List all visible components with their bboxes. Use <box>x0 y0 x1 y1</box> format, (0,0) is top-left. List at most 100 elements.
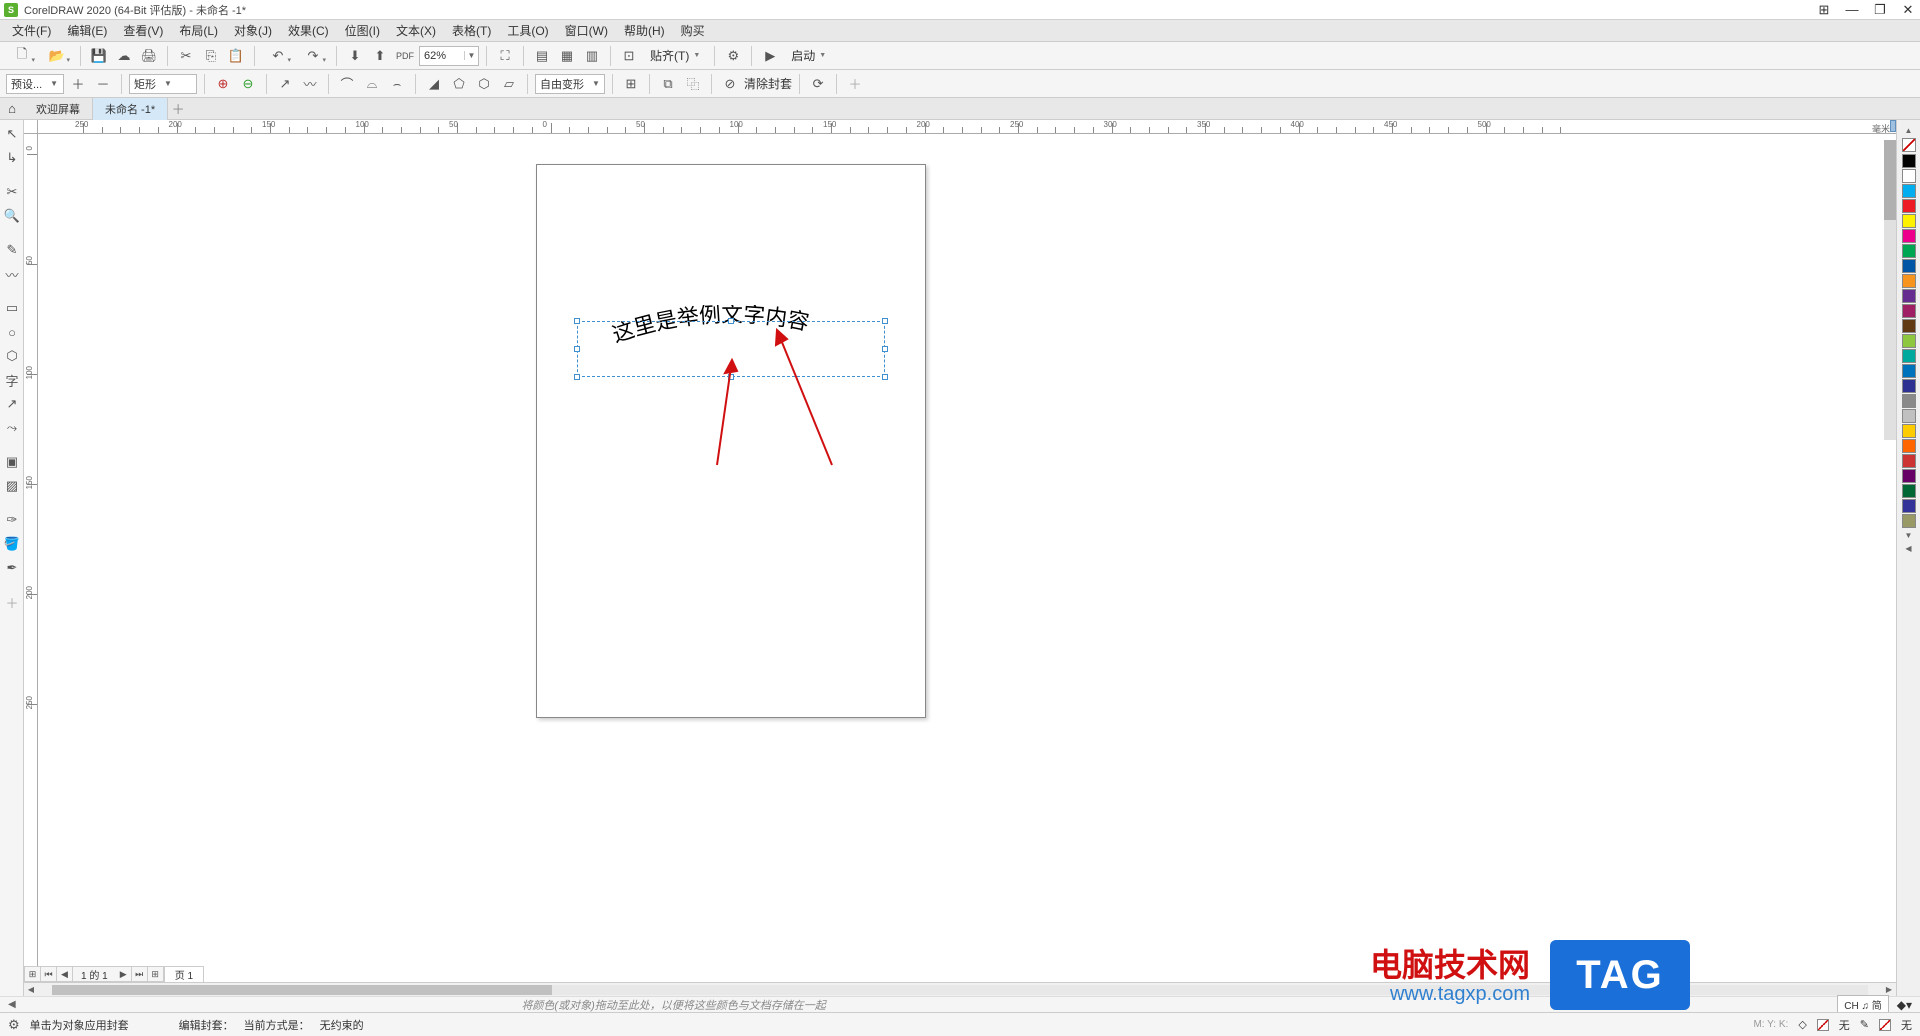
export-button[interactable]: ⬆ <box>369 45 391 67</box>
next-page-button[interactable]: ▶ <box>116 967 132 981</box>
transform-combo[interactable]: 自由变形▼ <box>535 74 605 94</box>
connector-tool-icon[interactable]: ⤳ <box>1 417 23 439</box>
selection-handle[interactable] <box>882 346 888 352</box>
zoom-dropdown-icon[interactable]: ▼ <box>464 51 478 60</box>
selection-handle[interactable] <box>574 318 580 324</box>
color-swatch[interactable] <box>1902 469 1916 483</box>
color-swatch[interactable] <box>1902 379 1916 393</box>
open-button[interactable]: 📂 <box>41 45 73 67</box>
menu-buy[interactable]: 购买 <box>673 20 713 41</box>
minimize-button[interactable]: — <box>1844 2 1860 18</box>
color-swatch[interactable] <box>1902 304 1916 318</box>
undo-button[interactable]: ↶ <box>262 45 294 67</box>
color-swatch[interactable] <box>1902 199 1916 213</box>
maximize-button[interactable]: ❐ <box>1872 2 1888 18</box>
color-dropdown-icon[interactable]: ◆▾ <box>1897 998 1912 1012</box>
save-button[interactable]: 💾 <box>88 45 110 67</box>
grid-button[interactable]: ▦ <box>556 45 578 67</box>
snap-options-button[interactable]: ⊡ <box>618 45 640 67</box>
first-page-button[interactable]: ⏮ <box>41 967 57 981</box>
remove-preset-button[interactable]: － <box>92 73 114 95</box>
close-button[interactable]: ✕ <box>1900 2 1916 18</box>
menu-effects[interactable]: 效果(C) <box>280 20 337 41</box>
outline-tool-icon[interactable]: ✒ <box>1 557 23 579</box>
color-swatch[interactable] <box>1902 244 1916 258</box>
paste-button[interactable]: 📋 <box>225 45 247 67</box>
mode-line-button[interactable]: ◢ <box>423 73 445 95</box>
color-swatch[interactable] <box>1902 514 1916 528</box>
selection-handle[interactable] <box>728 318 734 324</box>
color-swatch[interactable] <box>1902 319 1916 333</box>
doc-palette-toggle-icon[interactable]: ◀ <box>8 999 16 1010</box>
palette-up-icon[interactable]: ▲ <box>1905 126 1913 135</box>
node-shape-combo[interactable]: 矩形▼ <box>129 74 197 94</box>
zoom-value[interactable]: 62% <box>420 50 464 62</box>
mode-double-arc-button[interactable]: ⬡ <box>473 73 495 95</box>
color-swatch[interactable] <box>1902 274 1916 288</box>
palette-down-icon[interactable]: ▼ <box>1905 531 1913 540</box>
transparency-tool-icon[interactable]: ▨ <box>1 475 23 497</box>
settings-icon[interactable]: ⚙ <box>8 1017 20 1033</box>
vertical-ruler[interactable]: 050100150200250 <box>24 134 38 982</box>
mode-unconstrained-button[interactable]: ▱ <box>498 73 520 95</box>
import-button[interactable]: ⬇ <box>344 45 366 67</box>
no-color-swatch[interactable] <box>1902 138 1916 152</box>
fill-indicator-icon[interactable]: ◇ <box>1798 1018 1806 1031</box>
selection-handle[interactable] <box>882 374 888 380</box>
color-swatch[interactable] <box>1902 154 1916 168</box>
color-swatch[interactable] <box>1902 454 1916 468</box>
keep-lines-button[interactable]: ⊞ <box>620 73 642 95</box>
cut-button[interactable]: ✂ <box>175 45 197 67</box>
smooth-node-button[interactable]: ⌓ <box>361 73 383 95</box>
cusp-node-button[interactable]: ⌒ <box>336 73 358 95</box>
rectangle-tool-icon[interactable]: ▭ <box>1 297 23 319</box>
add-node-button[interactable]: ⊕ <box>212 73 234 95</box>
fill-swatch[interactable] <box>1817 1019 1829 1031</box>
ellipse-tool-icon[interactable]: ○ <box>1 321 23 343</box>
effects-tool-icon[interactable]: ▣ <box>1 451 23 473</box>
delete-node-button[interactable]: ⊖ <box>237 73 259 95</box>
selection-handle[interactable] <box>882 318 888 324</box>
zoom-combo[interactable]: 62% ▼ <box>419 46 479 66</box>
page-tab[interactable]: 页 1 <box>164 967 203 982</box>
prev-page-button[interactable]: ◀ <box>57 967 73 981</box>
clear-envelope-icon[interactable]: ⊘ <box>719 73 741 95</box>
color-swatch[interactable] <box>1902 424 1916 438</box>
outline-swatch[interactable] <box>1879 1019 1891 1031</box>
freehand-tool-icon[interactable]: ✎ <box>1 239 23 261</box>
color-swatch[interactable] <box>1902 334 1916 348</box>
color-swatch[interactable] <box>1902 169 1916 183</box>
symmetric-node-button[interactable]: ⌢ <box>386 73 408 95</box>
mode-single-arc-button[interactable]: ⬠ <box>448 73 470 95</box>
add-tool-button[interactable]: ＋ <box>1 591 23 613</box>
tab-document[interactable]: 未命名 -1* <box>93 98 168 120</box>
settings-icon[interactable]: ⊞ <box>1816 2 1832 18</box>
launch-icon[interactable]: ▶ <box>759 45 781 67</box>
menu-help[interactable]: 帮助(H) <box>616 20 673 41</box>
launch-dropdown[interactable]: 启动▼ <box>784 45 833 67</box>
redo-button[interactable]: ↷ <box>297 45 329 67</box>
color-swatch[interactable] <box>1902 499 1916 513</box>
scroll-right-icon[interactable]: ▶ <box>1882 985 1896 994</box>
pick-tool-icon[interactable]: ↖ <box>1 123 23 145</box>
home-icon[interactable]: ⌂ <box>0 98 24 120</box>
clear-envelope-button[interactable]: 清除封套 <box>744 75 792 92</box>
menu-object[interactable]: 对象(J) <box>226 20 280 41</box>
cloud-button[interactable]: ☁ <box>113 45 135 67</box>
add-button[interactable]: ＋ <box>844 73 866 95</box>
menu-file[interactable]: 文件(F) <box>4 20 59 41</box>
color-swatch[interactable] <box>1902 394 1916 408</box>
to-line-button[interactable]: ↗ <box>274 73 296 95</box>
color-swatch[interactable] <box>1902 364 1916 378</box>
pdf-button[interactable]: PDF <box>394 45 416 67</box>
refresh-button[interactable]: ⟳ <box>807 73 829 95</box>
zoom-tool-icon[interactable]: 🔍 <box>1 205 23 227</box>
color-swatch[interactable] <box>1902 439 1916 453</box>
color-swatch[interactable] <box>1902 289 1916 303</box>
print-button[interactable]: 🖨 <box>138 45 160 67</box>
options-button[interactable]: ⚙ <box>722 45 744 67</box>
add-page-button[interactable]: ⊞ <box>25 967 41 981</box>
menu-text[interactable]: 文本(X) <box>388 20 444 41</box>
scroll-left-icon[interactable]: ◀ <box>24 985 38 994</box>
to-curve-button[interactable]: 〰 <box>299 73 321 95</box>
